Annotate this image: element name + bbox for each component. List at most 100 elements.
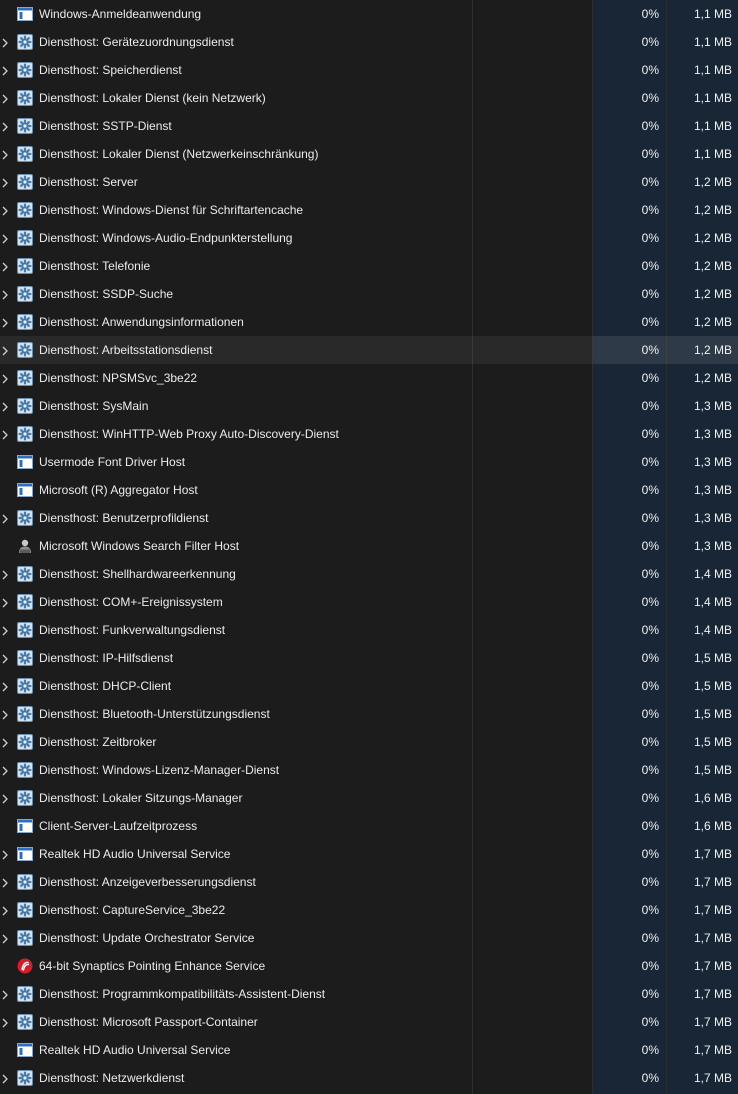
process-row[interactable]: Diensthost: DHCP-Client 0% 1,5 MB (0, 672, 738, 700)
process-row[interactable]: Diensthost: Microsoft Passport-Container… (0, 1008, 738, 1036)
process-row[interactable]: Client-Server-Laufzeitprozess 0% 1,6 MB (0, 812, 738, 840)
chevron-right-icon[interactable] (1, 597, 9, 608)
process-row[interactable]: Usermode Font Driver Host 0% 1,3 MB (0, 448, 738, 476)
process-row[interactable]: Diensthost: Server 0% 1,2 MB (0, 168, 738, 196)
gear-icon (17, 34, 33, 50)
chevron-right-icon[interactable] (1, 877, 9, 888)
chevron-right-icon[interactable] (1, 65, 9, 76)
chevron-right-icon[interactable] (1, 429, 9, 440)
process-name: Diensthost: Speicherdienst (39, 63, 182, 77)
cpu-cell: 0% (593, 392, 666, 420)
process-row[interactable]: Diensthost: Windows-Lizenz-Manager-Diens… (0, 756, 738, 784)
process-name: Diensthost: Netzwerkdienst (39, 1071, 185, 1085)
chevron-right-icon[interactable] (1, 849, 9, 860)
chevron-right-icon[interactable] (1, 261, 9, 272)
memory-value: 1,6 MB (693, 819, 732, 833)
memory-cell: 1,3 MB (666, 448, 738, 476)
process-row[interactable]: Diensthost: Arbeitsstationsdienst 0% 1,2 M… (0, 336, 738, 364)
process-name: Diensthost: NPSMSvc_3be22 (39, 371, 198, 385)
chevron-right-icon[interactable] (1, 373, 9, 384)
gear-icon (17, 986, 33, 1002)
chevron-right-icon[interactable] (1, 737, 9, 748)
process-row[interactable]: Diensthost: Programmkompatibilitäts-Assi… (0, 980, 738, 1008)
process-row[interactable]: Diensthost: SSDP-Suche 0% 1,2 MB (0, 280, 738, 308)
process-row[interactable]: Diensthost: Netzwerkdienst 0% 1,7 MB (0, 1064, 738, 1092)
process-row[interactable]: Diensthost: Anzeigeverbesserungsdienst 0%… (0, 868, 738, 896)
process-row[interactable]: Diensthost: Windows-Audio-Endpunkterstel… (0, 224, 738, 252)
chevron-right-icon[interactable] (1, 905, 9, 916)
process-row[interactable]: Microsoft Windows Search Filter Host 0% 1,… (0, 532, 738, 560)
process-row[interactable]: Diensthost: Anwendungsinformationen 0% 1,2… (0, 308, 738, 336)
chevron-right-icon[interactable] (1, 681, 9, 692)
cpu-value: 0% (641, 315, 659, 329)
chevron-right-icon[interactable] (1, 93, 9, 104)
chevron-right-icon[interactable] (1, 765, 9, 776)
gear-icon (17, 566, 33, 582)
process-name: Diensthost: Lokaler Dienst (kein Netzwer… (39, 91, 266, 105)
process-row[interactable]: Diensthost: Speicherdienst 0% 1,1 MB (0, 56, 738, 84)
process-row[interactable]: Diensthost: CaptureService_3be22 0% 1,7 MB (0, 896, 738, 924)
chevron-right-icon[interactable] (1, 205, 9, 216)
process-row[interactable]: Realtek HD Audio Universal Service 0% 1,7 … (0, 1036, 738, 1064)
gear-icon (17, 706, 33, 722)
chevron-right-icon[interactable] (1, 317, 9, 328)
chevron-right-icon[interactable] (1, 989, 9, 1000)
memory-value: 1,3 MB (693, 399, 732, 413)
chevron-right-icon[interactable] (1, 121, 9, 132)
memory-cell: 1,2 MB (666, 224, 738, 252)
process-row[interactable]: Diensthost: Lokaler Sitzungs-Manager 0% 1,… (0, 784, 738, 812)
process-row[interactable]: Diensthost: Lokaler Dienst (Netzwerkeins… (0, 140, 738, 168)
process-row[interactable]: Diensthost: Shellhardwareerkennung 0% 1,4 … (0, 560, 738, 588)
cpu-cell: 0% (593, 476, 666, 504)
process-row[interactable]: Diensthost: IP-Hilfsdienst 0% 1,5 MB (0, 644, 738, 672)
window-icon (17, 1042, 33, 1058)
process-name: Microsoft (R) Aggregator Host (39, 483, 198, 497)
process-row[interactable]: Diensthost: NPSMSvc_3be22 0% 1,2 MB (0, 364, 738, 392)
process-row[interactable]: Diensthost: Lokaler Dienst (kein Netzwer… (0, 84, 738, 112)
chevron-right-icon[interactable] (1, 569, 9, 580)
process-row[interactable]: Diensthost: Funkverwaltungsdienst 0% 1,4 M… (0, 616, 738, 644)
chevron-right-icon[interactable] (1, 149, 9, 160)
process-row[interactable]: Diensthost: SSTP-Dienst 0% 1,1 MB (0, 112, 738, 140)
process-row[interactable]: Diensthost: Zeitbroker 0% 1,5 MB (0, 728, 738, 756)
chevron-right-icon[interactable] (1, 289, 9, 300)
chevron-right-icon[interactable] (1, 625, 9, 636)
process-row[interactable]: Diensthost: Windows-Dienst für Schriftar… (0, 196, 738, 224)
memory-value: 1,4 MB (693, 567, 732, 581)
process-row[interactable]: Diensthost: Bluetooth-Unterstützungsdien… (0, 700, 738, 728)
process-row[interactable]: Microsoft (R) Aggregator Host 0% 1,3 MB (0, 476, 738, 504)
process-row[interactable]: Diensthost: COM+-Ereignissystem 0% 1,4 MB (0, 588, 738, 616)
process-row[interactable]: Diensthost: Telefonie 0% 1,2 MB (0, 252, 738, 280)
chevron-right-icon[interactable] (1, 793, 9, 804)
memory-value: 1,2 MB (693, 343, 732, 357)
chevron-right-icon[interactable] (1, 933, 9, 944)
memory-cell: 1,7 MB (666, 896, 738, 924)
process-row[interactable]: Windows-Anmeldeanwendung 0% 1,1 MB (0, 0, 738, 28)
process-row[interactable]: Diensthost: Gerätezuordnungsdienst 0% 1,1 … (0, 28, 738, 56)
chevron-right-icon[interactable] (1, 37, 9, 48)
chevron-right-icon[interactable] (1, 1017, 9, 1028)
cpu-value: 0% (641, 119, 659, 133)
process-row[interactable]: Diensthost: SysMain 0% 1,3 MB (0, 392, 738, 420)
gear-icon (17, 622, 33, 638)
memory-cell: 1,7 MB (666, 868, 738, 896)
cpu-value: 0% (641, 791, 659, 805)
chevron-right-icon[interactable] (1, 709, 9, 720)
chevron-right-icon[interactable] (1, 1073, 9, 1084)
process-row[interactable]: Diensthost: Benutzerprofildienst 0% 1,3 MB (0, 504, 738, 532)
chevron-right-icon[interactable] (1, 177, 9, 188)
memory-cell: 1,2 MB (666, 280, 738, 308)
cpu-cell: 0% (593, 700, 666, 728)
chevron-right-icon[interactable] (1, 345, 9, 356)
chevron-right-icon[interactable] (1, 653, 9, 664)
chevron-right-icon[interactable] (1, 401, 9, 412)
process-row[interactable]: Diensthost: WinHTTP-Web Proxy Auto-Disco… (0, 420, 738, 448)
process-row[interactable]: 64-bit Synaptics Pointing Enhance Servic… (0, 952, 738, 980)
gear-icon (17, 314, 33, 330)
memory-value: 1,5 MB (693, 651, 732, 665)
cpu-cell: 0% (593, 1036, 666, 1064)
process-row[interactable]: Diensthost: Update Orchestrator Service 0… (0, 924, 738, 952)
chevron-right-icon[interactable] (1, 233, 9, 244)
process-row[interactable]: Realtek HD Audio Universal Service 0% 1,7 … (0, 840, 738, 868)
chevron-right-icon[interactable] (1, 513, 9, 524)
